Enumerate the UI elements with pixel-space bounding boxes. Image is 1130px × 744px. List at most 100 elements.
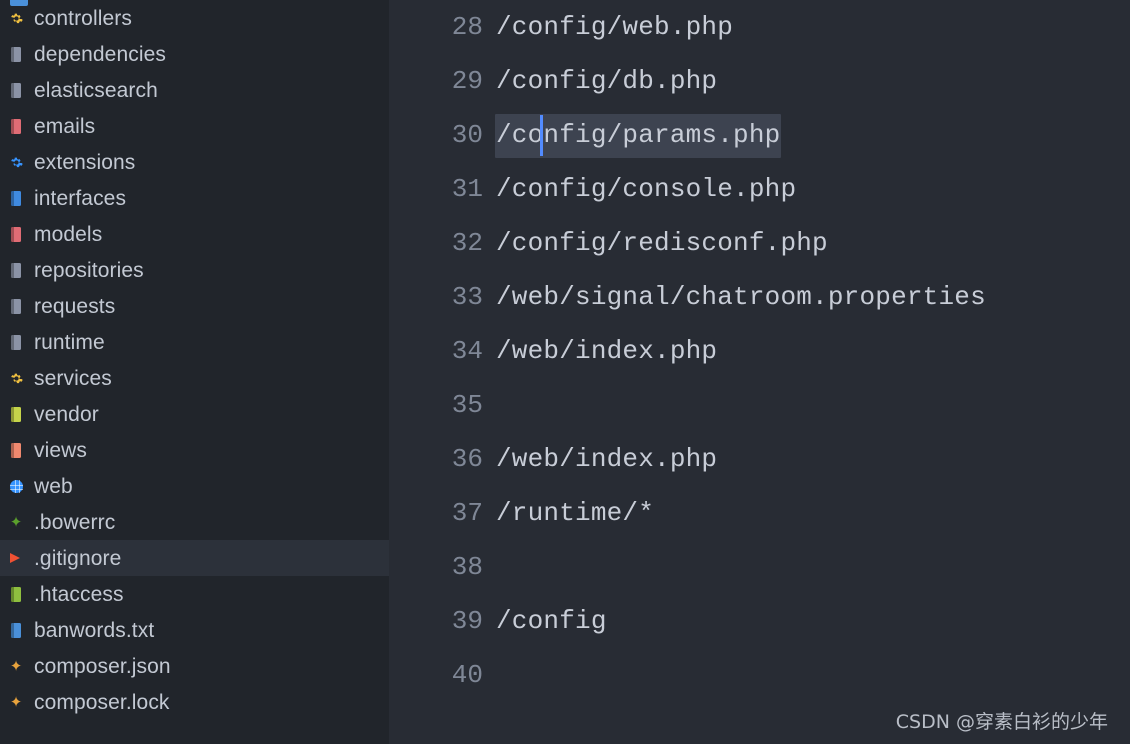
tree-item-dot-bowerrc[interactable]: ✦ .bowerrc — [0, 504, 389, 540]
file-tree-list[interactable]: controllers dependencies elasticsearch emai… — [0, 0, 389, 720]
code-text: /config/console.php — [495, 176, 796, 202]
code-line-35[interactable]: 35 — [389, 378, 1130, 432]
code-line-33[interactable]: 33/web/signal/chatroom.properties — [389, 270, 1130, 324]
code-line-37[interactable]: 37/runtime/* — [389, 486, 1130, 540]
tree-item-composer-lock[interactable]: ✦ composer.lock — [0, 684, 389, 720]
code-line-30[interactable]: 30/config/params.php — [389, 108, 1130, 162]
tree-item-interfaces[interactable]: interfaces — [0, 180, 389, 216]
tree-item-extensions[interactable]: extensions — [0, 144, 389, 180]
git-file-icon — [10, 550, 23, 567]
block-folder-icon-glyph — [11, 82, 21, 98]
code-line-34[interactable]: 34/web/index.php — [389, 324, 1130, 378]
tree-item-label: .gitignore — [34, 546, 122, 570]
line-number: 40 — [451, 660, 483, 690]
htaccess-file-icon — [10, 586, 23, 603]
code-line-32[interactable]: 32/config/redisconf.php — [389, 216, 1130, 270]
code-text-content: /config/redisconf.php — [496, 228, 828, 258]
bower-file-icon-glyph: ✦ — [9, 513, 23, 531]
line-number: 32 — [451, 228, 483, 258]
tree-item-views[interactable]: views — [0, 432, 389, 468]
code-text: /web/signal/chatroom.properties — [495, 284, 986, 310]
tree-item-services[interactable]: services — [0, 360, 389, 396]
gear-folder-icon-glyph — [10, 372, 23, 385]
gear-folder-icon-glyph — [10, 12, 23, 25]
interface-folder-icon — [10, 190, 23, 207]
line-number: 29 — [451, 66, 483, 96]
block-folder-icon-glyph — [11, 334, 21, 350]
lock-file-icon-glyph: ✦ — [9, 693, 23, 711]
block-folder-icon-glyph — [11, 298, 21, 314]
code-text: /runtime/* — [495, 500, 654, 526]
tree-item-controllers[interactable]: controllers — [0, 0, 389, 36]
tree-item-label: repositories — [34, 258, 144, 282]
line-number: 31 — [451, 174, 483, 204]
puzzle-folder-icon — [10, 154, 23, 171]
code-lines[interactable]: 28/config/web.php 29/config/db.php 30/conf… — [389, 0, 1130, 702]
json-file-icon-glyph: ✦ — [9, 657, 23, 675]
line-number: 38 — [451, 552, 483, 582]
htaccess-file-icon-glyph — [11, 586, 21, 602]
tree-item-models[interactable]: models — [0, 216, 389, 252]
package-folder-icon — [10, 406, 23, 423]
code-line-36[interactable]: 36/web/index.php — [389, 432, 1130, 486]
project-sidebar[interactable]: controllers dependencies elasticsearch emai… — [0, 0, 389, 744]
code-line-40[interactable]: 40 — [389, 648, 1130, 702]
text-file-icon-glyph — [11, 622, 21, 638]
tree-item-label: .htaccess — [34, 582, 124, 606]
tree-item-requests[interactable]: requests — [0, 288, 389, 324]
block-folder-icon-glyph — [11, 46, 21, 62]
code-editor[interactable]: 28/config/web.php 29/config/db.php 30/conf… — [389, 0, 1130, 744]
tree-item-web[interactable]: web — [0, 468, 389, 504]
tree-item-label: vendor — [34, 402, 99, 426]
code-text: /config/redisconf.php — [495, 230, 828, 256]
tree-item-label: views — [34, 438, 88, 462]
text-file-icon — [10, 622, 23, 639]
tree-item-dependencies[interactable]: dependencies — [0, 36, 389, 72]
globe-folder-icon — [10, 478, 23, 495]
model-folder-icon-glyph — [11, 226, 21, 242]
block-folder-icon-glyph — [11, 262, 21, 278]
mail-folder-icon — [10, 118, 23, 135]
tree-item-label: runtime — [34, 330, 105, 354]
interface-folder-icon-glyph — [11, 190, 21, 206]
code-text: /config — [495, 608, 607, 634]
code-text-content: /web/index.php — [496, 444, 718, 474]
tree-item-label: extensions — [34, 150, 136, 174]
code-line-39[interactable]: 39/config — [389, 594, 1130, 648]
tree-item-dot-htaccess[interactable]: .htaccess — [0, 576, 389, 612]
code-line-31[interactable]: 31/config/console.php — [389, 162, 1130, 216]
tree-item-label: requests — [34, 294, 116, 318]
code-text: /web/index.php — [495, 338, 717, 364]
tree-item-banwords-txt[interactable]: banwords.txt — [0, 612, 389, 648]
block-folder-icon — [10, 46, 23, 63]
tree-item-label: composer.lock — [34, 690, 170, 714]
views-folder-icon-glyph — [11, 442, 21, 458]
gear-folder-icon — [10, 370, 23, 387]
block-folder-icon — [10, 298, 23, 315]
json-file-icon: ✦ — [10, 658, 23, 675]
tree-item-vendor[interactable]: vendor — [0, 396, 389, 432]
text-cursor — [540, 115, 543, 156]
tree-item-runtime[interactable]: runtime — [0, 324, 389, 360]
model-folder-icon — [10, 226, 23, 243]
line-number: 34 — [451, 336, 483, 366]
code-text-content: /config — [496, 606, 607, 636]
tree-item-elasticsearch[interactable]: elasticsearch — [0, 72, 389, 108]
code-line-28[interactable]: 28/config/web.php — [389, 0, 1130, 54]
tree-item-label: services — [34, 366, 112, 390]
tree-item-repositories[interactable]: repositories — [0, 252, 389, 288]
code-line-29[interactable]: 29/config/db.php — [389, 54, 1130, 108]
line-number: 37 — [451, 498, 483, 528]
line-number: 35 — [451, 390, 483, 420]
code-text-content: /config/web.php — [496, 12, 734, 42]
tree-item-emails[interactable]: emails — [0, 108, 389, 144]
tree-item-label: composer.json — [34, 654, 171, 678]
code-text: /config/web.php — [495, 14, 733, 40]
code-text: /config/params.php — [495, 114, 782, 158]
line-number: 30 — [451, 120, 483, 150]
code-line-38[interactable]: 38 — [389, 540, 1130, 594]
tree-item-dot-gitignore[interactable]: .gitignore — [0, 540, 389, 576]
tree-item-composer-json[interactable]: ✦ composer.json — [0, 648, 389, 684]
package-folder-icon-glyph — [11, 406, 21, 422]
line-number: 33 — [451, 282, 483, 312]
